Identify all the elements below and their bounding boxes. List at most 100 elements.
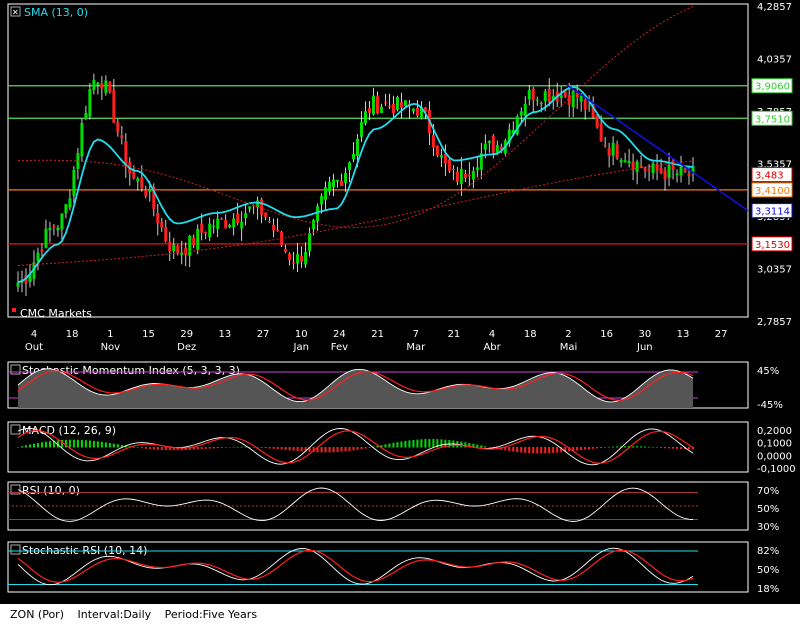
- candle-body: [16, 282, 20, 287]
- macd-histogram-bar: [17, 447, 19, 448]
- x-tick-number: 15: [142, 329, 155, 340]
- macd-histogram-bar: [240, 446, 243, 448]
- macd-histogram-bar: [584, 447, 587, 450]
- candle-body: [276, 230, 280, 232]
- candle-body: [212, 225, 216, 227]
- sub-tick-label: 50%: [757, 565, 779, 576]
- candle-body: [599, 123, 603, 142]
- candle-body: [651, 163, 655, 174]
- macd-histogram-bar: [356, 447, 359, 450]
- candle-body: [387, 105, 391, 107]
- y-tick-label: 4,2857: [757, 2, 792, 13]
- macd-histogram-bar: [352, 447, 355, 451]
- macd-histogram-bar: [388, 443, 391, 448]
- candle-body: [164, 227, 168, 241]
- macd-histogram-bar: [416, 439, 419, 448]
- macd-histogram-bar: [536, 447, 539, 454]
- candle-body: [607, 148, 611, 157]
- macd-histogram-bar: [464, 442, 467, 448]
- candle-body: [603, 144, 607, 147]
- candle-body: [312, 220, 316, 230]
- candle-body: [635, 161, 639, 173]
- x-tick-number: 29: [180, 329, 193, 340]
- macd-histogram-bar: [324, 447, 327, 453]
- macd-histogram-bar: [592, 447, 595, 449]
- x-tick-number: 24: [333, 329, 346, 340]
- candle-body: [463, 173, 467, 179]
- sub-panel: RSI (10, 0) 70% 50% 30%: [7, 481, 779, 533]
- x-tick-number: 1: [107, 329, 113, 340]
- sub-tick-label: 0,2000: [757, 426, 792, 437]
- macd-histogram-bar: [656, 447, 659, 448]
- close-icon[interactable]: [10, 364, 21, 375]
- macd-histogram-bar: [580, 447, 583, 451]
- macd-histogram-bar: [640, 446, 643, 448]
- macd-histogram-bar: [232, 446, 235, 448]
- x-tick-number: 21: [448, 329, 461, 340]
- macd-histogram-bar: [576, 447, 579, 451]
- candle-body: [268, 221, 272, 223]
- price-tag-label: 3,7510: [755, 114, 790, 125]
- candle-body: [56, 227, 60, 231]
- sub-tick-label: 0,0000: [757, 451, 792, 462]
- sub-tick-label: 0,1000: [757, 439, 792, 450]
- macd-histogram-bar: [272, 447, 275, 449]
- macd-histogram-bar: [320, 447, 323, 453]
- candle-body: [112, 89, 116, 123]
- macd-histogram-bar: [408, 440, 411, 448]
- candle-body: [415, 107, 419, 116]
- macd-histogram-bar: [296, 447, 299, 452]
- candle-body: [559, 95, 563, 99]
- macd-histogram-bar: [152, 447, 155, 450]
- candle-body: [375, 96, 379, 114]
- candle-body: [288, 253, 292, 261]
- candle-body: [671, 160, 675, 171]
- macd-histogram-bar: [644, 446, 647, 448]
- macd-histogram-bar: [268, 447, 271, 449]
- candle-body: [96, 82, 100, 85]
- close-icon[interactable]: [10, 424, 21, 435]
- candle-body: [659, 167, 663, 173]
- macd-histogram-bar: [368, 447, 371, 448]
- candle-body: [304, 252, 308, 265]
- macd-histogram-bar: [512, 447, 515, 452]
- candle-body: [535, 99, 539, 101]
- x-month-label: Mai: [560, 342, 578, 353]
- x-month-label: Nov: [101, 342, 121, 353]
- candle-body: [687, 173, 691, 176]
- macd-histogram-bar: [384, 444, 387, 448]
- candle-body: [140, 177, 144, 189]
- macd-histogram-bar: [632, 446, 635, 448]
- x-month-label: Out: [25, 342, 43, 353]
- sub-panel: Stochastic RSI (10, 14) 82%50%18%: [7, 541, 779, 595]
- candle-body: [60, 213, 64, 230]
- macd-histogram-bar: [20, 446, 23, 448]
- macd-histogram-bar: [92, 440, 95, 448]
- period-label: Period:Five Years: [164, 608, 258, 621]
- macd-histogram-bar: [676, 447, 679, 449]
- macd-histogram-bar: [220, 447, 223, 448]
- symbol-label: ZON (Por): [10, 608, 64, 621]
- candle-body: [459, 168, 463, 184]
- macd-histogram-bar: [556, 447, 559, 453]
- candle-body: [120, 135, 124, 139]
- candle-body: [292, 262, 296, 264]
- x-tick-number: 4: [489, 329, 495, 340]
- sub-tick-label: 45%: [757, 366, 779, 377]
- candle-body: [260, 199, 264, 215]
- candle-body: [679, 166, 683, 176]
- candle-body: [647, 169, 651, 171]
- sub-panels: Stochastic Momentum Index (5, 3, 3, 3) 45…: [7, 361, 796, 595]
- macd-histogram-bar: [28, 444, 31, 448]
- macd-histogram-bar: [360, 447, 363, 450]
- close-icon[interactable]: ✕: [12, 8, 19, 17]
- price-tag-label: 3,1530: [755, 240, 790, 251]
- x-month-label: Fev: [331, 342, 348, 353]
- candle-body: [100, 83, 104, 89]
- close-icon[interactable]: [10, 544, 21, 555]
- macd-histogram-bar: [400, 441, 403, 448]
- sub-panel: Stochastic Momentum Index (5, 3, 3, 3) 45…: [7, 361, 783, 411]
- candle-body: [228, 224, 232, 228]
- candle-body: [172, 244, 176, 252]
- macd-histogram-bar: [208, 447, 211, 449]
